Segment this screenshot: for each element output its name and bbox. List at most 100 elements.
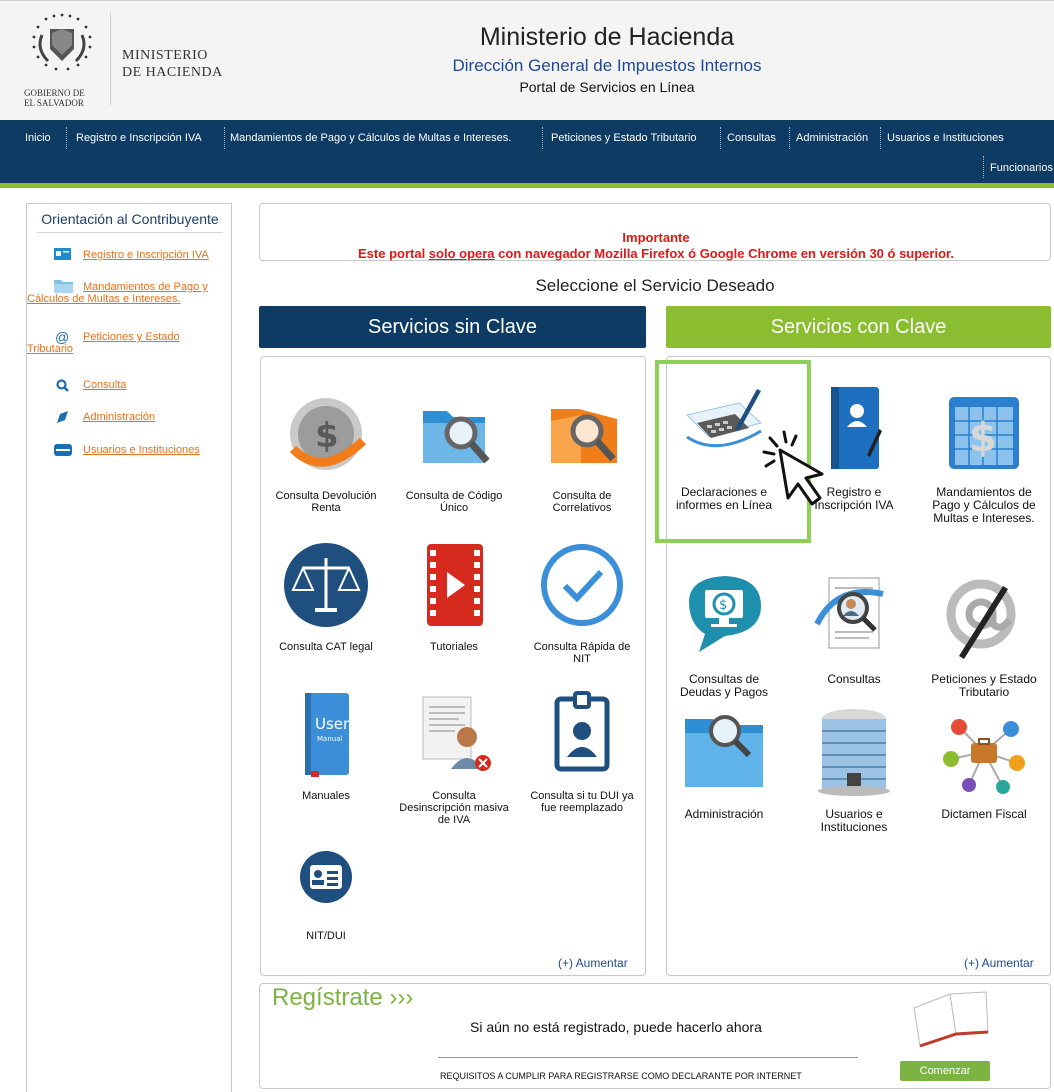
orange-folder-search-icon [551,409,617,463]
nav-usuarios[interactable]: Usuarios e Instituciones [887,132,1004,144]
notice-title: Importante [622,230,690,245]
service-consulta-cat-legal[interactable]: Consulta CAT legal [271,540,381,653]
video-icon [427,544,483,626]
service-consulta-correlativos[interactable]: Consulta de Correlativos [527,389,637,514]
notice-text-highlight: solo opera [428,246,495,261]
nav-separator [983,156,984,178]
manual-icon-text: User [315,715,350,733]
pointer-cursor-icon [762,430,824,506]
open-book-icon [913,991,989,1048]
id-card-icon [54,248,71,260]
logo-line-1: MINISTERIO [122,48,208,63]
sidebar-item-mandamientos[interactable]: Mandamientos de Pago y Cálculos de Multa… [27,281,227,305]
service-label: NIT/DUI [306,930,346,942]
comenzar-button[interactable]: Comenzar [900,1061,990,1081]
service-label: Dictamen Fiscal [941,807,1027,821]
sidebar-item-usuarios[interactable]: Usuarios e Instituciones [83,444,200,456]
service-label: Manuales [302,790,350,802]
service-label: Consulta Devolución Renta [275,490,377,514]
service-label: Administración [684,807,764,821]
nav-separator [789,127,790,149]
register-section: Regístrate ››› Si aún no está registrado… [259,983,1051,1089]
service-label: Consulta Desinscripción masiva de IVA [399,790,509,826]
pen-icon [57,411,68,423]
service-consultas-deudas-pagos[interactable]: $ Consultas de Deudas y Pagos [669,572,779,699]
service-consulta-codigo-unico[interactable]: Consulta de Código Único [399,389,509,514]
monitor-money-icon: $ [689,576,761,652]
nav-separator [880,127,881,149]
service-peticiones-estado-tributario[interactable]: Peticiones y Estado Tributario [929,572,1039,699]
ministry-logo-text: MINISTERIO DE HACIENDA [122,47,223,81]
service-label: Consulta si tu DUI ya fue reemplazado [530,790,634,814]
service-consulta-dui-reemplazado[interactable]: Consulta si tu DUI ya fue reemplazado [527,689,637,814]
service-manuales[interactable]: User Manual Manuales [271,689,381,802]
search-icon [56,379,69,392]
logo-divider [110,13,111,105]
register-divider [438,1057,858,1058]
svg-text:$: $ [315,416,339,456]
register-requirements-link[interactable]: REQUISITOS A CUMPLIR PARA REGISTRARSE CO… [440,1071,802,1081]
refund-icon: $ [289,398,367,470]
sidebar-title: Orientación al Contribuyente [41,211,219,227]
nav-consultas[interactable]: Consultas [727,132,776,144]
logo-line-2: DE HACIENDA [122,65,223,80]
nav-administracion[interactable]: Administración [796,132,868,144]
nav-separator [542,127,543,149]
building-icon [818,709,890,796]
notice-text-post: con navegador Mozilla Firefox ó Google C… [494,246,954,261]
gob-line-2: EL SALVADOR [24,98,84,108]
main-nav: Inicio Registro e Inscripción IVA Mandam… [0,120,1054,188]
document-magnifier-icon [814,577,884,649]
service-consultas[interactable]: Consultas [799,572,909,686]
register-text: Si aún no está registrado, puede hacerlo… [470,1019,762,1035]
service-consulta-devolucion-renta[interactable]: $ Consulta Devolución Renta [271,389,381,514]
service-nit-dui[interactable]: NIT/DUI [271,847,381,942]
network-briefcase-icon [943,719,1025,794]
nav-mandamientos[interactable]: Mandamientos de Pago y Cálculos de Multa… [230,132,511,144]
service-mandamientos-pago[interactable]: $ Mandamientos de Pago y Cálculos de Mul… [929,385,1039,525]
servicios-con-clave-header[interactable]: Servicios con Clave [666,306,1051,348]
con-clave-aumentar-link[interactable]: (+) Aumentar [964,956,1034,970]
sidebar-item-administracion[interactable]: Administración [83,411,155,423]
id-card-icon [300,851,352,903]
service-consulta-desinscripcion[interactable]: Consulta Desinscripción masiva de IVA [399,689,509,826]
sin-clave-aumentar-link[interactable]: (+) Aumentar [558,956,628,970]
service-dictamen-fiscal[interactable]: Dictamen Fiscal [929,707,1039,821]
portal-label: Portal de Servicios en Línea [519,79,695,95]
sidebar-item-peticiones[interactable]: Peticiones y Estado Tributario [27,331,207,355]
nav-funcionarios[interactable]: Funcionarios [990,162,1053,174]
manual-book-icon: User Manual [305,693,350,777]
nav-inicio[interactable]: Inicio [25,132,51,144]
service-label: Consulta de Código Único [405,490,503,514]
at-sign-pen-icon [946,579,1016,659]
folder-search-icon [423,411,490,464]
service-consulta-rapida-nit[interactable]: Consulta Rápida de NIT [527,540,637,665]
svg-text:$: $ [969,415,997,461]
servicios-sin-clave-header[interactable]: Servicios sin Clave [259,306,646,348]
service-tutoriales[interactable]: Tutoriales [399,540,509,653]
sidebar: Orientación al Contribuyente Registro e … [26,203,232,1092]
select-service-title: Seleccione el Servicio Deseado [535,276,775,295]
service-administracion[interactable]: Administración [669,707,779,821]
service-label: Consulta CAT legal [279,641,373,653]
page-title: Ministerio de Hacienda [479,23,735,51]
checkmark-icon [541,544,623,626]
register-title[interactable]: Regístrate ››› [272,984,413,1012]
nav-registro-iva[interactable]: Registro e Inscripción IVA [76,132,202,144]
nav-separator [224,127,225,149]
calendar-money-icon: $ [949,397,1019,469]
badge-icon [554,691,610,772]
servicios-sin-clave-panel: $ Consulta Devolución Renta Consulta de … [260,356,646,976]
service-label: Tutoriales [430,641,478,653]
sidebar-item-registro-iva[interactable]: Registro e Inscripción IVA [83,249,209,261]
site-header: MINISTERIO DE HACIENDA GOBIERNO DE EL SA… [0,0,1054,121]
nav-peticiones[interactable]: Peticiones y Estado Tributario [551,132,697,144]
service-label: Consultas de Deudas y Pagos [679,672,769,699]
sidebar-divider [37,232,223,233]
nav-separator [66,127,67,149]
sidebar-item-consulta[interactable]: Consulta [83,379,126,391]
service-usuarios-instituciones[interactable]: Usuarios e Instituciones [799,707,909,834]
service-label: Consulta de Correlativos [552,490,612,514]
server-icon [54,444,72,456]
page-subtitle: Dirección General de Impuestos Internos [452,56,762,75]
